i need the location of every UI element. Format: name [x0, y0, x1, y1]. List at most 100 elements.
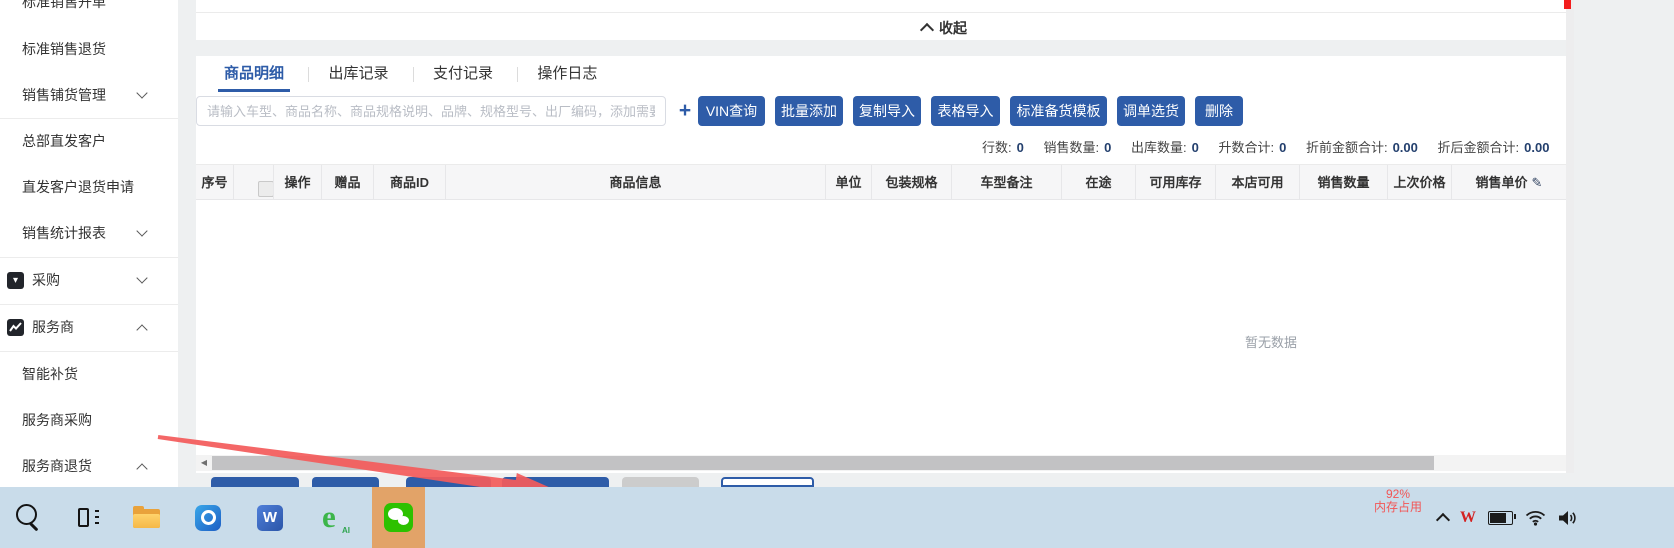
product-search-input[interactable]: [196, 96, 666, 126]
vin-query-button[interactable]: VIN查询: [698, 96, 765, 126]
divider: [0, 257, 178, 258]
divider: [0, 304, 178, 305]
col-store-available: 本店可用: [1216, 165, 1300, 200]
tab-operation-log[interactable]: 操作日志: [517, 59, 617, 92]
col-available-stock: 可用库存: [1136, 165, 1216, 200]
col-gift: 赠品: [322, 165, 374, 200]
sidebar-item-hq-direct-customer[interactable]: 总部直发客户: [0, 131, 178, 151]
stat-pre-discount-total: 折前金额合计:0.00: [1306, 137, 1418, 155]
app-screen: 标准销售开单 标准销售退货 销售铺货管理 总部直发客户 直发客户退货申请 销售统…: [0, 0, 1674, 548]
sidebar-item-sales-distribution-mgmt[interactable]: 销售铺货管理: [0, 85, 178, 105]
collapse-row: 收起: [196, 13, 1566, 40]
footer-button-sliver[interactable]: [211, 477, 299, 487]
select-all-checkbox[interactable]: [258, 181, 274, 197]
edit-icon[interactable]: ✎: [1532, 175, 1543, 190]
stat-row-count: 行数:0: [982, 137, 1024, 155]
table-header: 序号 操作 赠品 商品ID 商品信息 单位 包装规格 车型备注 在途 可用库存 …: [196, 164, 1566, 200]
scroll-left-arrow[interactable]: ◀: [196, 455, 212, 471]
sidebar-item-label: 总部直发客户: [22, 131, 106, 151]
col-product-info: 商品信息: [446, 165, 826, 200]
sidebar-item-label: 服务商: [32, 317, 74, 337]
sidebar-item-label: 服务商采购: [22, 410, 92, 430]
taskbar-file-explorer-button[interactable]: [119, 487, 173, 548]
transfer-order-pick-button[interactable]: 调单选货: [1117, 96, 1185, 126]
wechat-icon: [384, 503, 413, 532]
sidebar-item-standard-sales-return[interactable]: 标准销售退货: [0, 39, 178, 59]
col-action: 操作: [274, 165, 322, 200]
sidebar-item-direct-customer-return-request[interactable]: 直发客户退货申请: [0, 177, 178, 197]
file-explorer-icon: [133, 507, 160, 528]
divider: [0, 351, 178, 352]
tab-product-detail[interactable]: 商品明细: [204, 59, 304, 92]
wifi-icon[interactable]: [1525, 510, 1546, 526]
service-provider-icon: [7, 319, 24, 336]
col-select: [234, 165, 274, 200]
vertical-scrollbar-track[interactable]: [1566, 0, 1574, 473]
sidebar-item-service-provider[interactable]: 服务商: [0, 317, 178, 337]
detail-panel: 商品明细 出库记录 支付记录 操作日志 + VIN查询 批量添加 复制导入 表格…: [196, 56, 1566, 473]
tab-bar: 商品明细 出库记录 支付记录 操作日志: [204, 59, 617, 92]
chevron-up-icon: [136, 463, 147, 474]
taskbar-wechat-button[interactable]: [371, 487, 425, 548]
taskbar-task-view-button[interactable]: [61, 487, 115, 548]
outlook-icon: [195, 505, 221, 531]
browser-icon: e AI: [321, 503, 349, 533]
volume-icon[interactable]: [1558, 510, 1578, 526]
taskbar-browser-button[interactable]: e AI: [308, 487, 362, 548]
tray-chevron-up-icon[interactable]: [1436, 512, 1450, 526]
battery-icon[interactable]: [1488, 511, 1513, 525]
stat-post-discount-total: 折后金额合计:0.00: [1438, 137, 1550, 155]
summary-stats: 行数:0 销售数量:0 出库数量:0 升数合计:0 折前金额合计:0.00 折后…: [982, 137, 1566, 155]
sidebar-item-service-provider-return[interactable]: 服务商退货: [0, 456, 178, 476]
sidebar-item-standard-sales-order[interactable]: 标准销售开单: [0, 0, 178, 12]
footer-button-sliver[interactable]: [622, 477, 699, 487]
footer-button-sliver[interactable]: [721, 477, 814, 487]
taskbar-word-button[interactable]: W: [243, 487, 297, 548]
sidebar-item-smart-replenishment[interactable]: 智能补货: [0, 364, 178, 384]
col-in-transit: 在途: [1062, 165, 1136, 200]
sidebar-item-service-provider-purchase[interactable]: 服务商采购: [0, 410, 178, 430]
taskbar-search-button[interactable]: [2, 487, 56, 548]
footer-button-sliver[interactable]: [502, 477, 609, 487]
taskbar-outlook-button[interactable]: [181, 487, 235, 548]
copy-import-button[interactable]: 复制导入: [853, 96, 921, 126]
standard-stock-template-button[interactable]: 标准备货模板: [1010, 96, 1107, 126]
tab-outbound-record[interactable]: 出库记录: [308, 59, 408, 92]
w-app-tray-icon[interactable]: W: [1460, 509, 1476, 527]
sidebar-item-label: 销售铺货管理: [22, 85, 106, 105]
batch-add-button[interactable]: 批量添加: [775, 96, 843, 126]
footer-button-sliver[interactable]: [406, 477, 491, 487]
memory-label: 内存占用: [1370, 501, 1426, 514]
chevron-up-icon: [920, 23, 934, 37]
collapse-button[interactable]: 收起: [922, 18, 967, 38]
search-icon: [16, 504, 42, 532]
chevron-down-icon: [136, 87, 147, 98]
memory-usage-indicator: 92% 内存占用: [1370, 488, 1426, 514]
sidebar-item-sales-statistics-report[interactable]: 销售统计报表: [0, 223, 178, 243]
footer-button-sliver[interactable]: [312, 477, 379, 487]
empty-state-text: 暂无数据: [1236, 332, 1306, 351]
chevron-down-icon: [136, 225, 147, 236]
sidebar-item-label: 服务商退货: [22, 456, 92, 476]
chevron-up-icon: [136, 324, 147, 335]
stat-liter-total: 升数合计:0: [1218, 137, 1286, 155]
sidebar-item-label: 智能补货: [22, 364, 78, 384]
word-icon: W: [257, 505, 283, 531]
delete-button[interactable]: 删除: [1195, 96, 1243, 126]
col-last-price: 上次价格: [1388, 165, 1452, 200]
scrollbar-thumb[interactable]: [212, 456, 1434, 470]
horizontal-scrollbar: ◀: [196, 455, 1566, 471]
col-seq: 序号: [196, 165, 234, 200]
table-import-button[interactable]: 表格导入: [931, 96, 1000, 126]
add-button[interactable]: +: [674, 96, 696, 126]
stat-sales-qty: 销售数量:0: [1043, 137, 1111, 155]
annotation-red-tick: [1564, 0, 1571, 9]
divider: [0, 118, 178, 119]
tab-payment-record[interactable]: 支付记录: [413, 59, 513, 92]
col-sales-qty: 销售数量: [1300, 165, 1388, 200]
col-package-spec: 包装规格: [872, 165, 952, 200]
sidebar-item-label: 采购: [32, 270, 60, 290]
sidebar-item-label: 标准销售退货: [22, 39, 106, 59]
sidebar-item-label: 销售统计报表: [22, 223, 106, 243]
sidebar-item-procurement[interactable]: ▾ 采购: [0, 270, 178, 290]
